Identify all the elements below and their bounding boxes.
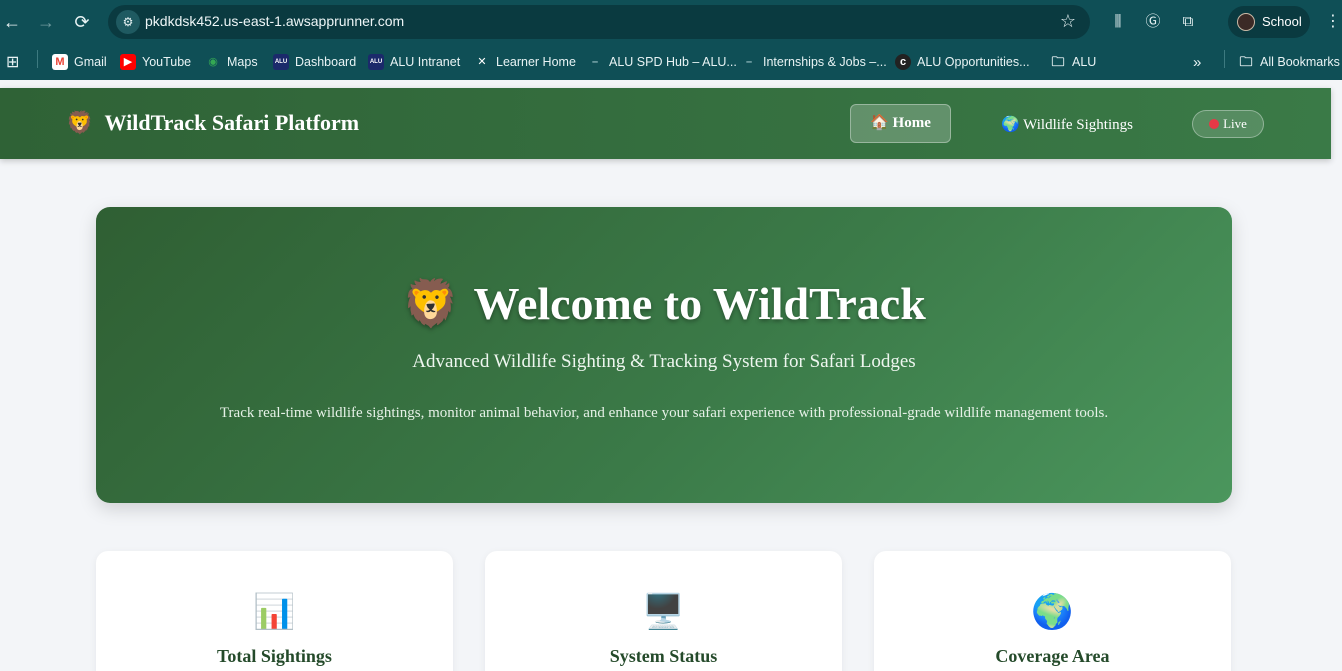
- bookmark-alu-opportunities[interactable]: c ALU Opportunities...: [895, 53, 1030, 71]
- profile-label: School: [1262, 14, 1302, 29]
- bookmark-internships[interactable]: – Internships & Jobs –...: [741, 53, 887, 71]
- bookmark-label: ALU Intranet: [390, 55, 461, 69]
- nav-home-button[interactable]: 🏠 Home: [850, 104, 951, 143]
- card-title: Coverage Area: [995, 646, 1110, 666]
- more-bookmarks-chevron-icon[interactable]: »: [1193, 53, 1201, 71]
- live-label: Live: [1223, 116, 1247, 131]
- bookmark-label: Dashboard: [295, 55, 357, 69]
- site-header: 🦁 WildTrack Safari Platform 🏠 Home 🌍 Wil…: [0, 88, 1331, 159]
- card-title: System Status: [609, 646, 718, 666]
- live-dot-icon: [1209, 119, 1220, 129]
- bookmark-label: Internships & Jobs –...: [763, 55, 887, 69]
- gmail-icon: M: [52, 54, 68, 70]
- alu-icon: ALU: [273, 54, 289, 70]
- hero-description: Track real-time wildlife sightings, moni…: [219, 405, 1109, 421]
- bookmark-alu-intranet[interactable]: ALU ALU Intranet: [368, 53, 460, 71]
- folder-icon: 🗀: [1051, 54, 1065, 69]
- nav-home-label: Home: [892, 115, 931, 131]
- url-text[interactable]: pkdkdsk452.us-east-1.awsapprunner.com: [145, 13, 404, 29]
- extension-icon[interactable]: ⫼: [1108, 12, 1128, 32]
- bookmark-label: Maps: [227, 55, 258, 69]
- bookmark-gmail[interactable]: M Gmail: [52, 53, 107, 71]
- site-info-icon[interactable]: ⚙: [116, 10, 140, 34]
- bookmark-learner-home[interactable]: ✕ Learner Home: [474, 53, 576, 71]
- hero-subtitle: Advanced Wildlife Sighting & Tracking Sy…: [412, 351, 916, 372]
- bookmark-label: ALU Opportunities...: [917, 55, 1030, 69]
- hero-banner: 🦁 Welcome to WildTrack Advanced Wildlife …: [96, 207, 1232, 503]
- bookmark-alu-spd-hub[interactable]: – ALU SPD Hub – ALU...: [587, 53, 737, 71]
- page-viewport: 🦁 WildTrack Safari Platform 🏠 Home 🌍 Wil…: [0, 80, 1342, 671]
- bookmark-label: ALU SPD Hub – ALU...: [609, 55, 737, 69]
- card-title: Total Sightings: [217, 646, 332, 666]
- bookmark-star-icon[interactable]: ☆: [1060, 11, 1076, 32]
- bookmark-youtube[interactable]: ▶ YouTube: [120, 53, 191, 71]
- hero-title-text: Welcome to WildTrack: [473, 278, 926, 329]
- globe-icon: 🌍: [1001, 117, 1020, 133]
- bookmark-maps[interactable]: ◉ Maps: [205, 53, 258, 71]
- bookmark-label: YouTube: [142, 55, 192, 69]
- hero-title: 🦁 Welcome to WildTrack: [96, 277, 1232, 331]
- bookmark-label: ALU: [1072, 55, 1097, 69]
- folder-icon: 🗀: [1239, 54, 1253, 69]
- computer-icon: 🖥️: [642, 593, 685, 631]
- reload-icon[interactable]: ⟳: [70, 10, 94, 34]
- dash-icon: –: [591, 56, 599, 68]
- apps-grid-icon[interactable]: ⊞: [6, 53, 19, 71]
- bookmark-dashboard[interactable]: ALU Dashboard: [273, 53, 356, 71]
- lion-icon: 🦁: [66, 110, 94, 135]
- stat-card-total-sightings: 📊 Total Sightings: [96, 551, 453, 671]
- nav-wildlife-sightings-link[interactable]: 🌍 Wildlife Sightings: [1001, 115, 1133, 134]
- back-arrow-icon[interactable]: ←: [0, 10, 24, 34]
- bar-chart-icon: 📊: [253, 593, 296, 631]
- grammarly-icon[interactable]: Ⓖ: [1143, 12, 1163, 32]
- bookmark-separator: [37, 50, 38, 68]
- stat-card-coverage-area: 🌍 Coverage Area: [874, 551, 1231, 671]
- nav-sightings-label: Wildlife Sightings: [1023, 117, 1133, 133]
- lion-icon: 🦁: [402, 278, 460, 329]
- youtube-icon: ▶: [120, 54, 136, 70]
- profile-button[interactable]: School: [1228, 6, 1310, 38]
- forward-arrow-icon[interactable]: →: [34, 10, 58, 34]
- extensions-puzzle-icon[interactable]: ⧉: [1178, 12, 1198, 32]
- maps-icon: ◉: [208, 56, 218, 68]
- all-bookmarks-label: All Bookmarks: [1260, 55, 1340, 69]
- bookmark-label: Gmail: [74, 55, 107, 69]
- brand-title: WildTrack Safari Platform: [104, 110, 360, 135]
- menu-kebab-icon[interactable]: ⋮: [1325, 11, 1341, 31]
- alu-icon: ALU: [368, 54, 384, 70]
- browser-toolbar: ← → ⟳ ⚙ pkdkdsk452.us-east-1.awsapprunne…: [0, 0, 1342, 44]
- address-bar[interactable]: ⚙ pkdkdsk452.us-east-1.awsapprunner.com …: [108, 5, 1090, 39]
- avatar: [1237, 13, 1255, 31]
- globe-icon: 🌍: [1031, 593, 1074, 631]
- all-bookmarks[interactable]: 🗀 All Bookmarks: [1238, 53, 1340, 71]
- house-icon: 🏠: [870, 115, 889, 131]
- bookmark-alu-folder[interactable]: 🗀 ALU: [1050, 53, 1096, 71]
- x-icon: ✕: [477, 56, 487, 68]
- dash-icon: –: [745, 56, 753, 68]
- bookmark-label: Learner Home: [496, 55, 576, 69]
- circle-icon: c: [895, 54, 911, 70]
- brand[interactable]: 🦁 WildTrack Safari Platform: [66, 110, 359, 136]
- bookmark-separator: [1224, 50, 1225, 68]
- stat-card-system-status: 🖥️ System Status: [485, 551, 842, 671]
- live-status-badge: Live: [1192, 110, 1264, 138]
